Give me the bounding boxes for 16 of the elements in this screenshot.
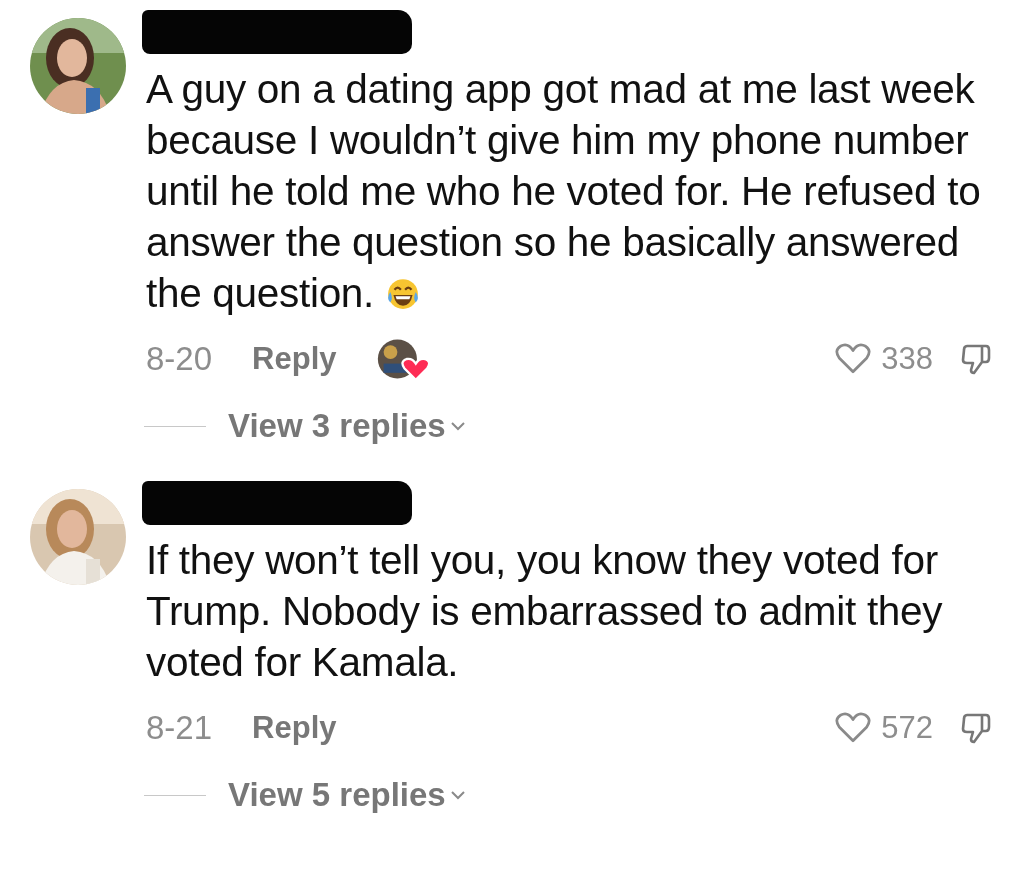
like-count: 572 [881,710,933,746]
heart-icon[interactable] [835,712,872,744]
reply-button[interactable]: Reply [252,341,337,377]
view-replies-link[interactable]: View 5 replies [228,776,466,814]
reply-button[interactable]: Reply [252,710,337,746]
comment-date: 8-20 [146,340,213,378]
chevron-down-icon [449,421,466,431]
thumbs-down-icon[interactable] [961,342,991,376]
comment-date: 8-21 [146,709,213,747]
thumbs-down-icon[interactable] [961,711,991,745]
heart-icon[interactable] [835,343,872,375]
comment-text: A guy on a dating app got mad at me last week because I wouldn’t give him my phone number until he told me who he voted for. He refused to answer the question so he basically answered the question. [146,65,982,318]
comment-text: If they won’t tell you, you know they voted for Trump. Nobody is embarrassed to admit they voted for Kamala. [146,536,944,687]
like-count: 338 [881,341,933,377]
view-replies-link[interactable]: View 3 replies [228,407,466,445]
chevron-down-icon [449,790,466,800]
